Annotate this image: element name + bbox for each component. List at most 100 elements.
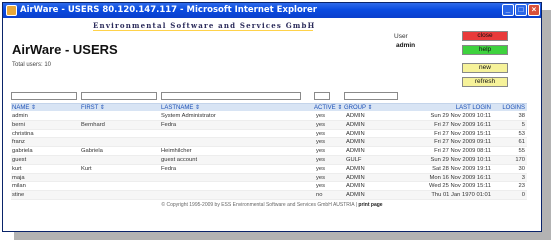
page-footer: © Copyright 1995-2009 by ESS Environment… — [3, 202, 541, 208]
close-window-icon[interactable]: × — [528, 4, 540, 16]
cell-logins: 38 — [518, 113, 525, 119]
company-name: Environmental Software and Services GmbH — [93, 21, 316, 30]
window-shadow-bottom — [14, 231, 551, 240]
cell-name[interactable]: franz — [12, 138, 25, 146]
cell-last-login: Thu 01 Jan 1970 01:01 — [431, 192, 491, 199]
cell-logins: 30 — [518, 165, 525, 172]
cell-last-login: Sun 29 Nov 2009 10:11 — [430, 113, 492, 119]
cell-lastname: guest account — [161, 156, 198, 163]
table-row[interactable]: milan yes ADMIN Wed 25 Nov 2009 15:11 23 — [11, 182, 527, 192]
cell-active: no — [316, 192, 323, 199]
cell-group: ADMIN — [346, 130, 365, 137]
cell-name[interactable]: milan — [12, 182, 26, 190]
cell-logins: 61 — [518, 139, 525, 146]
filter-lastname-input[interactable] — [161, 92, 301, 100]
column-header-group[interactable]: GROUP ⇕ — [344, 104, 373, 112]
filter-group-input[interactable] — [344, 92, 398, 100]
cell-name[interactable]: guest — [12, 156, 26, 164]
table-row[interactable]: guest guest account yes GULF Sun 29 Nov … — [11, 155, 527, 165]
new-user-button[interactable]: new — [462, 63, 508, 73]
cell-last-login: Sat 28 Nov 2009 19:11 — [432, 165, 491, 172]
cell-active: yes — [316, 139, 326, 146]
cell-name[interactable]: christina — [12, 130, 34, 138]
cell-active: yes — [316, 174, 326, 181]
table-row[interactable]: gabriela Gabriela Heimhilcher yes ADMIN … — [11, 147, 527, 156]
window-title: AirWare - USERS 80.120.147.117 - Microso… — [20, 5, 317, 15]
maximize-icon[interactable]: □ — [515, 4, 527, 16]
filter-name-input[interactable] — [11, 92, 77, 100]
cell-name[interactable]: kurt — [12, 165, 22, 173]
users-table-body: admin System Administrator yes ADMIN Sun… — [11, 112, 527, 200]
print-page-link[interactable]: print page — [358, 202, 382, 208]
cell-name[interactable]: stine — [12, 191, 24, 199]
table-row[interactable]: christina yes ADMIN Fri 27 Nov 2009 15:1… — [11, 130, 527, 139]
cell-last-login: Sun 29 Nov 2009 10:11 — [430, 156, 492, 163]
cell-group: ADMIN — [346, 139, 365, 146]
cell-name[interactable]: gabriela — [12, 147, 33, 155]
copyright-text: © Copyright 1995-2009 by ESS Environment… — [161, 202, 359, 208]
cell-group: GULF — [346, 156, 362, 163]
title-bar[interactable]: AirWare - USERS 80.120.147.117 - Microso… — [3, 3, 541, 18]
cell-active: yes — [316, 113, 326, 119]
cell-last-login: Fri 27 Nov 2009 08:11 — [434, 148, 491, 155]
cell-group: ADMIN — [346, 183, 365, 190]
cell-lastname: Fedra — [161, 165, 177, 172]
minimize-icon[interactable]: _ — [502, 4, 514, 16]
table-row[interactable]: franz yes ADMIN Fri 27 Nov 2009 09:11 61 — [11, 138, 527, 148]
user-label: User — [394, 33, 408, 40]
column-header-logins: LOGINS — [502, 105, 525, 111]
cell-active: yes — [316, 130, 326, 137]
table-row[interactable]: admin System Administrator yes ADMIN Sun… — [11, 112, 527, 121]
cell-logins: 55 — [518, 148, 525, 155]
cell-first: Kurt — [81, 165, 92, 172]
column-header-first[interactable]: FIRST ⇕ — [81, 104, 105, 112]
cell-logins: 0 — [521, 192, 525, 199]
cell-first: Bernhard — [81, 121, 105, 128]
page-content: Environmental Software and Services GmbH… — [3, 18, 541, 231]
column-header-name[interactable]: NAME ⇕ — [12, 104, 36, 112]
cell-last-login: Fri 27 Nov 2009 16:11 — [434, 121, 491, 128]
cell-group: ADMIN — [346, 174, 365, 181]
table-row[interactable]: berni Bernhard Fedra yes ADMIN Fri 27 No… — [11, 120, 527, 130]
filter-first-input[interactable] — [81, 92, 157, 100]
cell-name[interactable]: maja — [12, 174, 25, 182]
column-header-last-login: LAST LOGIN — [455, 105, 491, 111]
page-title: AirWare - USERS — [12, 42, 118, 57]
current-user-name: admin — [396, 42, 416, 49]
browser-window: AirWare - USERS 80.120.147.117 - Microso… — [2, 2, 542, 232]
filter-active-input[interactable] — [314, 92, 330, 100]
cell-group: ADMIN — [346, 113, 365, 119]
cell-group: ADMIN — [346, 121, 365, 128]
cell-last-login: Wed 25 Nov 2009 15:11 — [429, 183, 491, 190]
cell-active: yes — [316, 183, 326, 190]
cell-lastname: System Administrator — [161, 113, 216, 119]
cell-last-login: Fri 27 Nov 2009 09:11 — [434, 139, 491, 146]
refresh-button[interactable]: refresh — [462, 77, 508, 87]
table-row[interactable]: stine no ADMIN Thu 01 Jan 1970 01:01 0 — [11, 191, 527, 200]
cell-active: yes — [316, 121, 326, 128]
close-button[interactable]: close — [462, 31, 508, 41]
cell-active: yes — [316, 148, 326, 155]
company-underline — [93, 30, 313, 31]
ie-app-icon — [6, 5, 17, 16]
cell-logins: 23 — [518, 183, 525, 190]
table-row[interactable]: maja yes ADMIN Mon 16 Nov 2009 16:11 3 — [11, 173, 527, 183]
help-button[interactable]: help — [462, 45, 508, 55]
table-row[interactable]: kurt Kurt Fedra yes ADMIN Sat 28 Nov 200… — [11, 165, 527, 174]
cell-group: ADMIN — [346, 148, 365, 155]
cell-lastname: Heimhilcher — [161, 148, 192, 155]
cell-logins: 3 — [521, 174, 525, 181]
table-header: NAME ⇕ FIRST ⇕ LASTNAME ⇕ ACTIVE ⇕ GROUP… — [11, 103, 527, 111]
column-header-lastname[interactable]: LASTNAME ⇕ — [161, 104, 200, 112]
cell-first: Gabriela — [81, 148, 103, 155]
cell-name[interactable]: berni — [12, 121, 25, 129]
cell-group: ADMIN — [346, 192, 365, 199]
cell-logins: 5 — [521, 121, 525, 128]
cell-last-login: Fri 27 Nov 2009 15:11 — [434, 130, 491, 137]
total-users-count: Total users: 10 — [12, 62, 52, 68]
cell-name[interactable]: admin — [12, 112, 28, 120]
cell-group: ADMIN — [346, 165, 365, 172]
window-shadow-right — [541, 10, 551, 236]
column-header-active[interactable]: ACTIVE ⇕ — [314, 104, 342, 112]
cell-lastname: Fedra — [161, 121, 177, 128]
